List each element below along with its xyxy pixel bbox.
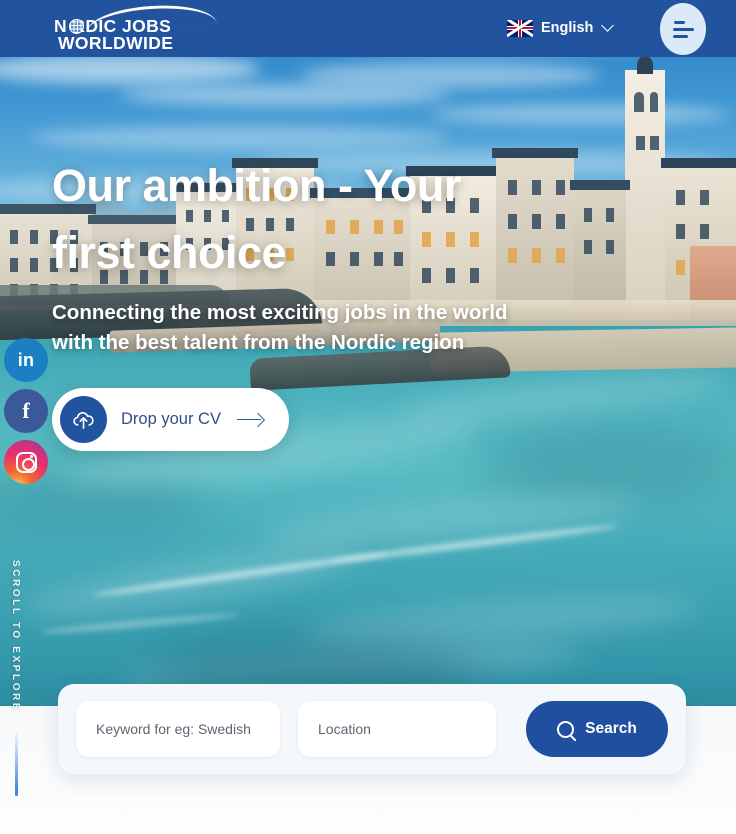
scroll-indicator-line [15,728,18,797]
globe-icon [69,19,84,34]
site-logo[interactable]: N RDIC JOBS WORLDWIDE [46,1,226,53]
location-search-input[interactable] [298,701,496,757]
hamburger-line [672,34,688,38]
instagram-camera-glyph [15,451,37,473]
facebook-glyph: f [22,398,30,423]
page-root: N RDIC JOBS WORLDWIDE English in f SCROL… [0,0,736,834]
arrow-right-icon [236,414,263,426]
search-button-label: Search [585,720,637,737]
search-button[interactable]: Search [526,701,668,757]
linkedin-icon[interactable]: in [4,338,48,382]
chevron-down-icon [601,19,615,32]
linkedin-glyph: in [17,349,35,370]
scroll-hint-label: SCROLL TO EXPLORE [10,560,21,713]
scroll-to-explore: SCROLL TO EXPLORE [10,560,21,797]
language-selector[interactable]: English [507,13,615,43]
bell-tower-spire [637,56,653,74]
site-header: N RDIC JOBS WORLDWIDE English [0,0,736,57]
drop-your-cv-button[interactable]: Drop your CV [52,388,289,451]
hero-subtitle-line-1: Connecting the most exciting jobs in the… [52,301,508,324]
hamburger-line [672,27,694,31]
cloud-upload-icon [60,396,107,443]
logo-line-2: WORLDWIDE [58,33,174,53]
drop-your-cv-label: Drop your CV [121,410,221,428]
hero-copy: Our ambition - Your first choice Connect… [52,152,652,358]
hero-subtitle-line-2: with the best talent from the Nordic reg… [52,331,465,354]
facebook-icon[interactable]: f [4,389,48,433]
language-label: English [541,20,594,36]
page-title: Our ambition - Your first choice [52,160,461,278]
water-shadow [480,430,736,500]
instagram-icon[interactable] [4,440,48,484]
hamburger-line [673,20,685,24]
hero-subtitle: Connecting the most exciting jobs in the… [52,298,612,358]
hamburger-menu-button[interactable] [660,3,706,55]
job-search-panel: Search [58,684,686,774]
uk-flag-icon [507,19,533,37]
search-icon [557,720,575,738]
social-links-rail: in f [4,338,48,491]
keyword-search-input[interactable] [76,701,280,757]
building-roof [661,158,736,168]
